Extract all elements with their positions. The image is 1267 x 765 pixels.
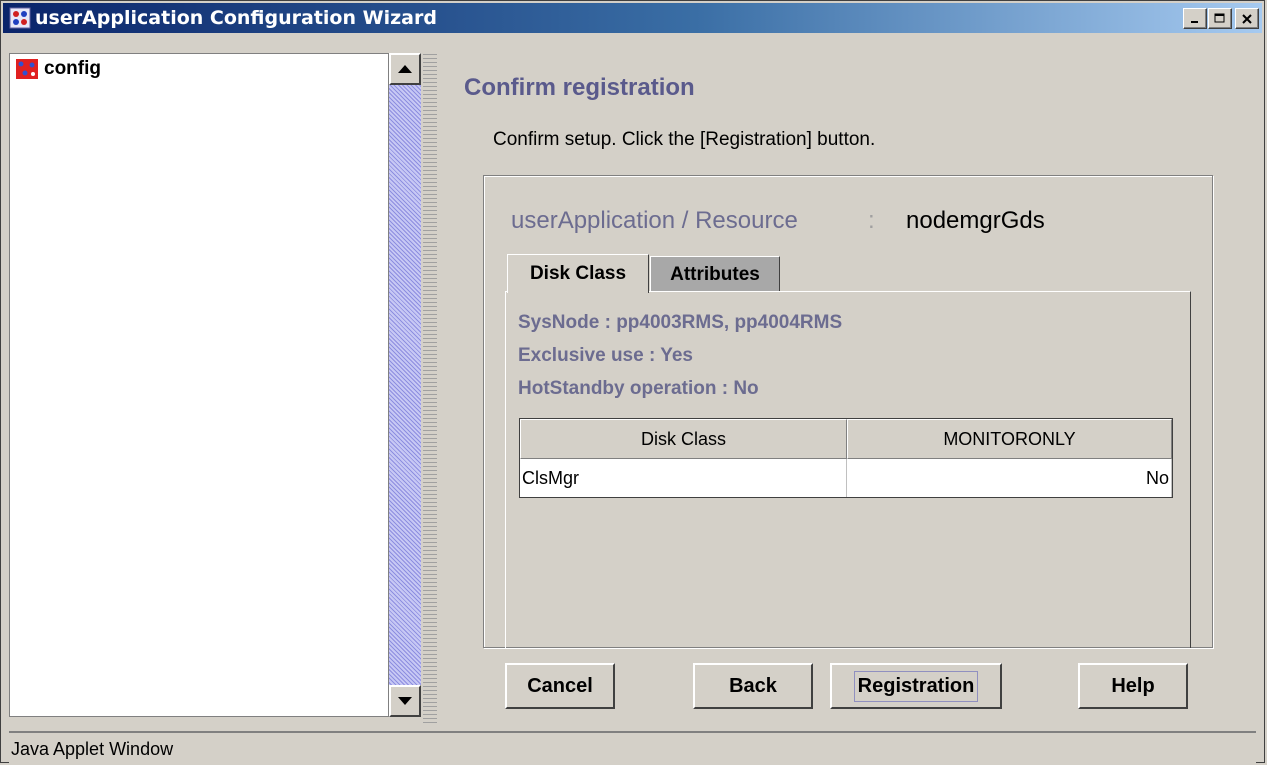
column-header-disk-class[interactable]: Disk Class [520,419,847,459]
folder-icon [16,59,38,79]
window-title: userApplication Configuration Wizard [35,7,437,29]
hotstandby-info: HotStandby operation : No [518,378,759,399]
cancel-button-label: Cancel [527,674,593,697]
title-bar[interactable]: userApplication Configuration Wizard [3,3,1262,33]
app-icon [9,7,31,29]
help-button-label: Help [1111,674,1155,697]
cancel-button[interactable]: Cancel [505,663,615,709]
tab-attributes[interactable]: Attributes [650,256,780,292]
page-title: Confirm registration [464,74,695,101]
wizard-window: userApplication Configuration Wizard con… [0,0,1265,763]
arrow-down-icon [398,697,412,705]
minimize-icon [1191,20,1198,23]
tree-node-label: config [44,58,101,79]
registration-button[interactable]: Registration [830,663,1002,709]
maximize-icon [1214,13,1225,23]
instruction-text: Confirm setup. Click the [Registration] … [493,129,876,150]
tree-node-config[interactable]: config [16,58,101,80]
resource-value: nodemgrGds [906,207,1045,234]
minimize-button[interactable] [1183,8,1207,29]
column-header-monitoronly[interactable]: MONITORONLY [847,419,1172,459]
scroll-down-button[interactable] [389,685,421,717]
back-button[interactable]: Back [693,663,813,709]
sysnode-info: SysNode : pp4003RMS, pp4004RMS [518,312,843,333]
resource-separator: : [868,207,875,234]
config-tree[interactable]: config [9,53,389,717]
help-button[interactable]: Help [1078,663,1188,709]
tree-scrollbar[interactable] [389,53,421,717]
maximize-button[interactable] [1208,8,1232,29]
table-cell-monitoronly[interactable]: No [847,459,1172,497]
resource-label: userApplication / Resource [511,207,798,234]
disk-class-table: Disk Class MONITORONLY ClsMgr No [519,418,1173,498]
registration-button-label: Registration [853,670,979,702]
exclusive-use-info: Exclusive use : Yes [518,345,693,366]
arrow-up-icon [398,65,412,73]
close-icon [1242,13,1252,24]
status-bar: Java Applet Window [9,731,1256,763]
scroll-up-button[interactable] [389,53,421,85]
split-pane-divider[interactable] [423,53,437,723]
close-button[interactable] [1235,8,1259,29]
tab-disk-class[interactable]: Disk Class [507,254,649,293]
back-button-label: Back [729,674,777,697]
table-cell-disk-class[interactable]: ClsMgr [520,459,847,497]
status-text: Java Applet Window [11,739,174,759]
